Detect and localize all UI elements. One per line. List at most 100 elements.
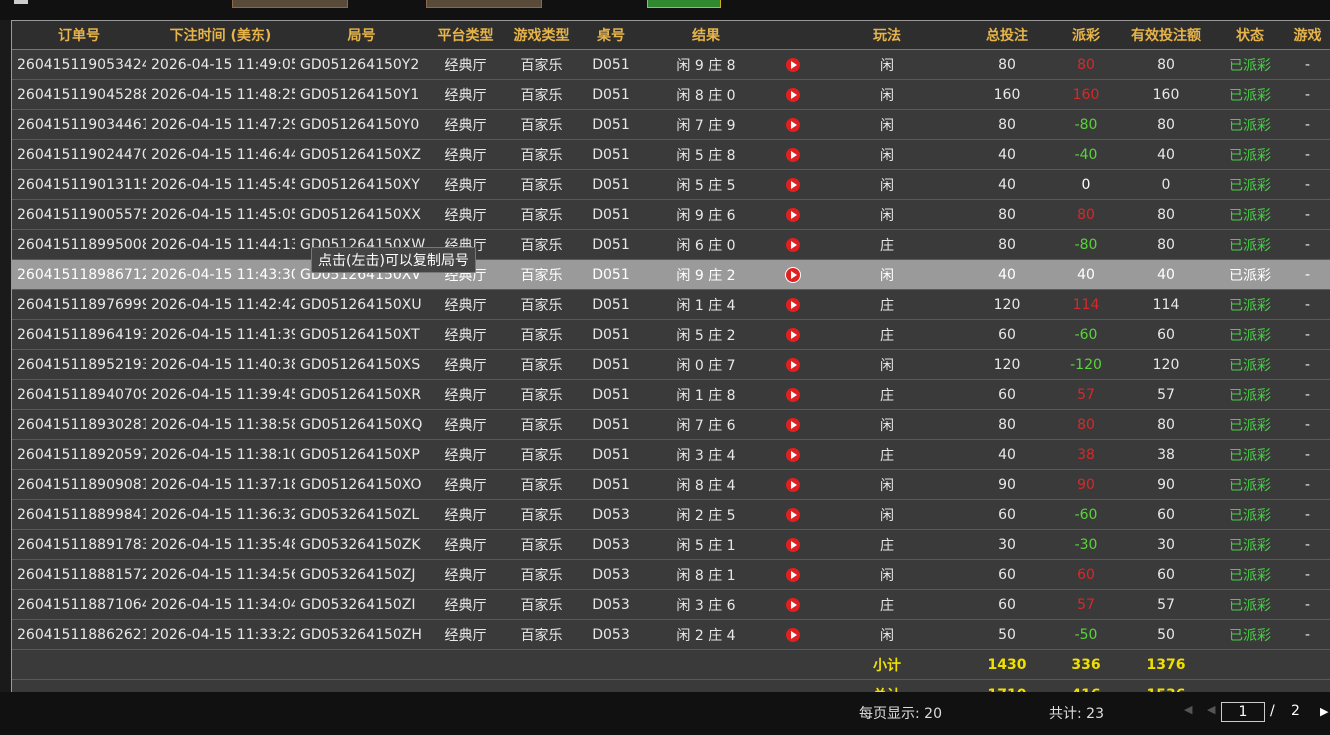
round-cell[interactable]: GD053264150ZJ (295, 559, 428, 590)
video-cell[interactable] (770, 559, 816, 590)
col-header-result[interactable]: 结果 (642, 21, 770, 50)
play-circle-icon[interactable] (786, 297, 800, 312)
col-header-extra[interactable]: 游戏 (1284, 21, 1330, 50)
video-cell[interactable] (770, 259, 816, 290)
table-row[interactable]: 260415119013115 2026-04-15 11:45:45 GD0512… (12, 169, 1330, 200)
video-cell[interactable] (770, 409, 816, 440)
play-circle-icon[interactable] (786, 507, 800, 522)
table-row[interactable]: 260415119005575 2026-04-15 11:45:05 GD0512… (12, 199, 1330, 230)
col-header-round[interactable]: 局号 (295, 21, 428, 50)
first-page-icon[interactable]: ◀ (1184, 703, 1192, 716)
table-row[interactable]: 260415118952193 2026-04-15 11:40:38 GD0512… (12, 349, 1330, 380)
table-row[interactable]: 260415118862621 2026-04-15 11:33:22 GD0532… (12, 619, 1330, 650)
table-row[interactable]: 260415118881572 2026-04-15 11:34:56 GD0532… (12, 559, 1330, 590)
round-cell[interactable]: GD051264150XO (295, 469, 428, 500)
status-cell: 已派彩 (1216, 289, 1284, 320)
table-row[interactable]: 260415118899841 2026-04-15 11:36:32 GD0532… (12, 499, 1330, 530)
video-cell[interactable] (770, 349, 816, 380)
play-circle-icon[interactable] (786, 387, 800, 402)
col-header-game[interactable]: 游戏类型 (503, 21, 580, 50)
video-cell[interactable] (770, 439, 816, 470)
col-header-total[interactable]: 总投注 (958, 21, 1056, 50)
table-row[interactable]: 260415118995008 2026-04-15 11:44:13 GD0512… (12, 229, 1330, 260)
play-circle-icon[interactable] (786, 87, 800, 102)
col-header-status[interactable]: 状态 (1216, 21, 1284, 50)
table-row[interactable]: 260415118909081 2026-04-15 11:37:18 GD0512… (12, 469, 1330, 500)
prev-page-icon[interactable]: ◀ (1207, 703, 1215, 716)
round-cell[interactable]: GD053264150ZK (295, 529, 428, 560)
round-cell[interactable]: GD051264150XY (295, 169, 428, 200)
next-page-icon[interactable]: ▶ (1320, 705, 1328, 718)
round-cell[interactable]: GD051264150XX (295, 199, 428, 230)
col-header-platform[interactable]: 平台类型 (428, 21, 503, 50)
menu-toggle[interactable] (14, 0, 28, 4)
play-circle-icon[interactable] (786, 357, 800, 372)
table-row[interactable]: 260415119024470 2026-04-15 11:46:44 GD0512… (12, 139, 1330, 170)
play-circle-icon[interactable] (786, 117, 800, 132)
video-cell[interactable] (770, 109, 816, 140)
table-row[interactable]: 260415118986712 2026-04-15 11:43:30 GD0512… (12, 259, 1330, 290)
col-header-table[interactable]: 桌号 (580, 21, 642, 50)
play-circle-icon[interactable] (786, 627, 800, 642)
play-circle-icon[interactable] (785, 266, 801, 283)
video-cell[interactable] (770, 199, 816, 230)
play-circle-icon[interactable] (786, 597, 800, 612)
video-cell[interactable] (770, 469, 816, 500)
video-cell[interactable] (770, 229, 816, 260)
play-circle-icon[interactable] (786, 57, 800, 72)
round-cell[interactable]: GD053264150ZH (295, 619, 428, 650)
video-cell[interactable] (770, 49, 816, 80)
video-cell[interactable] (770, 619, 816, 650)
round-cell[interactable]: GD051264150XZ (295, 139, 428, 170)
col-header-payout[interactable]: 派彩 (1056, 21, 1116, 50)
toolbar-button-1[interactable] (232, 0, 348, 8)
play-circle-icon[interactable] (786, 417, 800, 432)
video-cell[interactable] (770, 139, 816, 170)
video-cell[interactable] (770, 319, 816, 350)
table-row[interactable]: 260415118976999 2026-04-15 11:42:42 GD0512… (12, 289, 1330, 320)
video-cell[interactable] (770, 79, 816, 110)
toolbar-button-2[interactable] (426, 0, 542, 8)
table-row[interactable]: 260415118871064 2026-04-15 11:34:04 GD0532… (12, 589, 1330, 620)
table-row[interactable]: 260415118891783 2026-04-15 11:35:48 GD0532… (12, 529, 1330, 560)
video-cell[interactable] (770, 289, 816, 320)
video-cell[interactable] (770, 529, 816, 560)
round-cell[interactable]: GD051264150Y1 (295, 79, 428, 110)
play-circle-icon[interactable] (786, 147, 800, 162)
round-cell[interactable]: GD051264150XR (295, 379, 428, 410)
col-header-order[interactable]: 订单号 (12, 21, 146, 50)
play-circle-icon[interactable] (786, 327, 800, 342)
table-row[interactable]: 260415119045288 2026-04-15 11:48:25 GD0512… (12, 79, 1330, 110)
table-row[interactable]: 260415118964193 2026-04-15 11:41:39 GD0512… (12, 319, 1330, 350)
video-cell[interactable] (770, 379, 816, 410)
play-circle-icon[interactable] (786, 237, 800, 252)
video-cell[interactable] (770, 499, 816, 530)
round-cell[interactable]: GD051264150Y2 (295, 49, 428, 80)
round-cell[interactable]: GD051264150XQ (295, 409, 428, 440)
table-row[interactable]: 260415119034461 2026-04-15 11:47:29 GD0512… (12, 109, 1330, 140)
play-circle-icon[interactable] (786, 537, 800, 552)
play-circle-icon[interactable] (786, 447, 800, 462)
col-header-valid[interactable]: 有效投注额 (1116, 21, 1216, 50)
play-circle-icon[interactable] (786, 207, 800, 222)
round-cell[interactable]: GD053264150ZL (295, 499, 428, 530)
video-cell[interactable] (770, 589, 816, 620)
col-header-bet-on[interactable]: 玩法 (816, 21, 958, 50)
play-circle-icon[interactable] (786, 567, 800, 582)
play-circle-icon[interactable] (786, 477, 800, 492)
table-row[interactable]: 260415118920597 2026-04-15 11:38:10 GD0512… (12, 439, 1330, 470)
round-cell[interactable]: GD051264150XP (295, 439, 428, 470)
toolbar-button-active[interactable] (647, 0, 721, 8)
page-number-input[interactable]: 1 (1221, 702, 1265, 722)
round-cell[interactable]: GD051264150XS (295, 349, 428, 380)
round-cell[interactable]: GD051264150XU (295, 289, 428, 320)
table-row[interactable]: 260415118930281 2026-04-15 11:38:58 GD0512… (12, 409, 1330, 440)
video-cell[interactable] (770, 169, 816, 200)
table-row[interactable]: 260415118940709 2026-04-15 11:39:45 GD0512… (12, 379, 1330, 410)
table-row[interactable]: 260415119053424 2026-04-15 11:49:05 GD0512… (12, 49, 1330, 80)
round-cell[interactable]: GD051264150XT (295, 319, 428, 350)
round-cell[interactable]: GD053264150ZI (295, 589, 428, 620)
round-cell[interactable]: GD051264150Y0 (295, 109, 428, 140)
play-circle-icon[interactable] (786, 177, 800, 192)
col-header-time[interactable]: 下注时间 (美东) (146, 21, 295, 50)
